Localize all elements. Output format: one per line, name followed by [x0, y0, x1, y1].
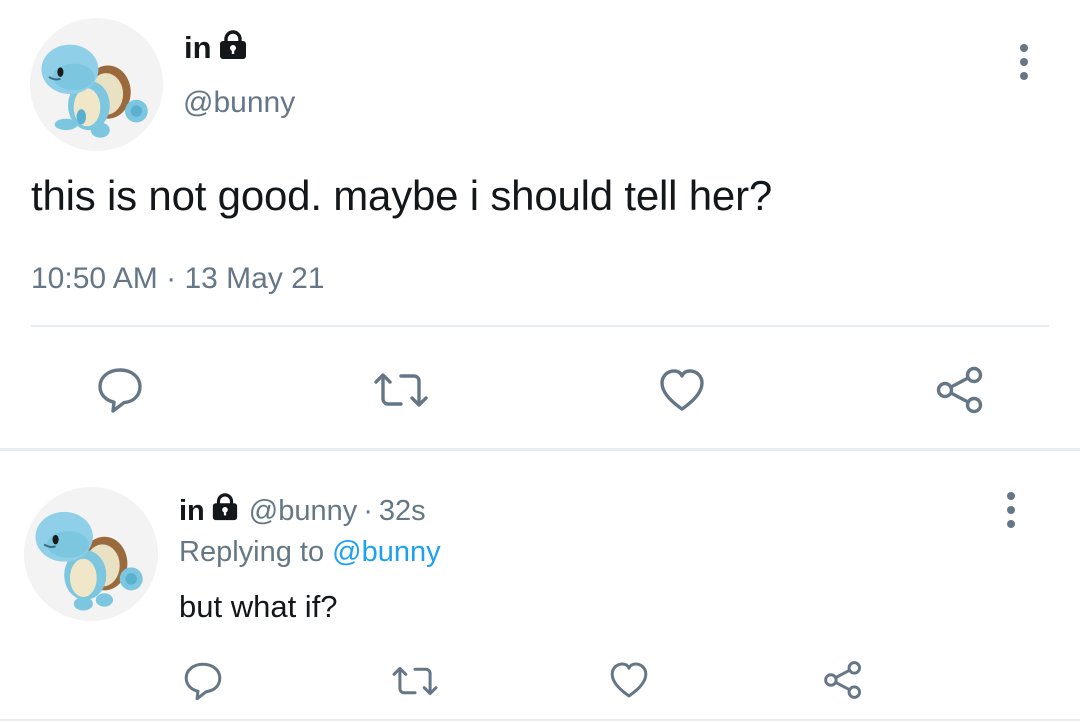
like-icon — [610, 662, 648, 698]
display-name: in — [179, 494, 205, 527]
meta-separator: · — [363, 494, 373, 527]
reply-author-row[interactable]: in @bunny · 32s — [179, 493, 426, 529]
replying-to: Replying to @bunny — [179, 536, 441, 569]
reply-icon — [184, 662, 222, 701]
retweet-icon — [374, 373, 428, 407]
author-name-row[interactable]: in — [184, 30, 248, 65]
share-icon — [824, 661, 862, 699]
lock-icon — [218, 30, 248, 65]
share-button[interactable] — [820, 656, 866, 704]
retweet-button[interactable] — [368, 362, 434, 418]
share-icon — [936, 366, 983, 414]
section-divider — [0, 448, 1080, 451]
reply-button[interactable] — [92, 362, 148, 418]
tweet-text: this is not good. maybe i should tell he… — [31, 172, 773, 219]
reply-button[interactable] — [180, 658, 226, 704]
author-handle[interactable]: @bunny — [183, 86, 295, 120]
share-button[interactable] — [932, 360, 988, 420]
avatar-squirtle-image — [30, 18, 163, 151]
tweet-text: but what if? — [179, 589, 338, 624]
display-name: in — [184, 30, 212, 65]
tweet-time: 10:50 AM — [31, 262, 158, 295]
retweet-button[interactable] — [387, 658, 443, 704]
divider — [31, 325, 1049, 327]
replying-to-label: Replying to — [179, 536, 333, 568]
author-handle: @bunny — [248, 494, 358, 527]
reply-icon — [98, 368, 142, 413]
tweet-thread-page: in @bunny this is not good. maybe i shou… — [0, 0, 1080, 723]
tweet-age: 32s — [378, 494, 426, 527]
mention-link[interactable]: @bunny — [332, 536, 440, 568]
retweet-icon — [392, 666, 438, 696]
avatar[interactable] — [24, 487, 158, 621]
like-button[interactable] — [654, 362, 710, 418]
avatar[interactable] — [30, 18, 163, 151]
meta-separator: · — [157, 262, 185, 295]
more-options-icon[interactable] — [1001, 490, 1021, 530]
tweet-date: 13 May 21 — [184, 262, 325, 295]
section-divider — [0, 719, 1080, 721]
lock-icon — [211, 493, 239, 529]
more-options-icon[interactable] — [1014, 42, 1034, 82]
main-tweet: in @bunny this is not good. maybe i shou… — [0, 0, 1080, 450]
avatar-squirtle-image — [24, 487, 158, 621]
like-icon — [660, 369, 704, 411]
tweet-timestamp[interactable]: 10:50 AM · 13 May 21 — [31, 262, 325, 296]
like-button[interactable] — [606, 656, 652, 704]
